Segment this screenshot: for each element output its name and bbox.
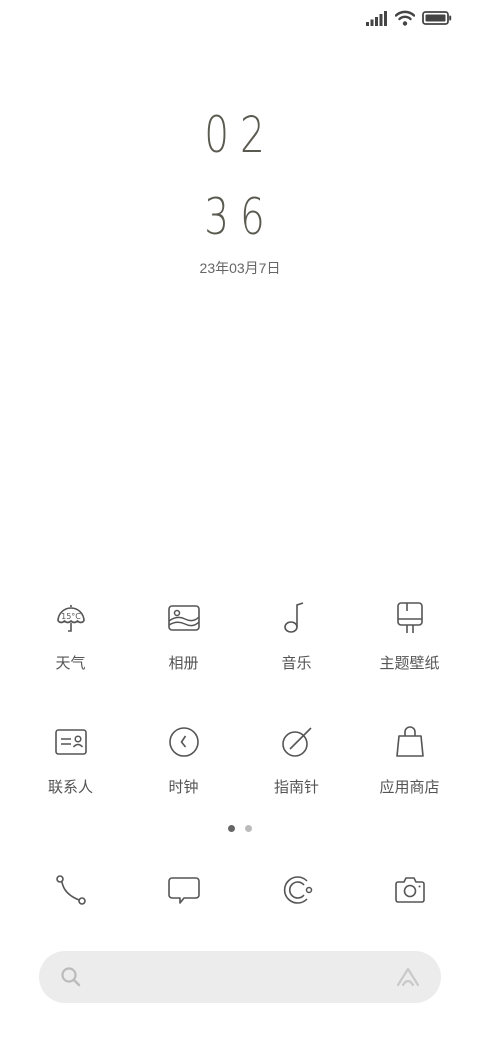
app-gallery[interactable]: 相册 (127, 598, 240, 673)
clock-hour[interactable]: 02 (0, 110, 480, 160)
app-music[interactable]: 音乐 (240, 598, 353, 673)
app-theme[interactable]: 主题壁纸 (353, 598, 466, 673)
app-weather[interactable]: 15°C 天气 (14, 598, 127, 673)
app-label: 音乐 (281, 654, 312, 672)
messages-icon (164, 870, 204, 910)
page-dot[interactable] (245, 825, 252, 832)
app-store[interactable]: 应用商店 (353, 722, 466, 797)
app-label: 时钟 (168, 778, 199, 796)
assistant-icon[interactable] (395, 965, 421, 993)
app-label: 天气 (55, 654, 86, 672)
dock-phone[interactable] (14, 870, 127, 910)
app-label: 应用商店 (379, 778, 440, 796)
app-label: 主题壁纸 (379, 654, 440, 672)
status-bar (366, 10, 452, 26)
camera-icon (390, 870, 430, 910)
date-label: 23年03月7日 (199, 260, 281, 276)
page-indicator (0, 825, 480, 832)
app-compass[interactable]: 指南针 (240, 722, 353, 797)
theme-icon (390, 598, 430, 638)
dock-camera[interactable] (353, 870, 466, 910)
browser-icon (277, 870, 317, 910)
app-clock[interactable]: 时钟 (127, 722, 240, 797)
app-store-icon (390, 722, 430, 762)
music-icon (277, 598, 317, 638)
phone-icon (51, 870, 91, 910)
dock-messages[interactable] (127, 870, 240, 910)
app-label: 相册 (168, 654, 199, 672)
signal-icon (366, 11, 387, 26)
clock-minute[interactable]: 36 (0, 192, 480, 242)
app-label: 指南针 (273, 778, 319, 796)
app-contacts[interactable]: 联系人 (14, 722, 127, 797)
gallery-icon (164, 598, 204, 638)
page-dot-active[interactable] (228, 825, 235, 832)
battery-icon (422, 11, 452, 25)
compass-icon (277, 722, 317, 762)
search-bar[interactable] (39, 951, 441, 1003)
weather-icon: 15°C (51, 598, 91, 638)
dock-browser[interactable] (240, 870, 353, 910)
contacts-icon (51, 722, 91, 762)
svg-text:15°C: 15°C (61, 612, 81, 621)
wifi-icon (395, 10, 415, 26)
app-label: 联系人 (47, 778, 93, 796)
clock-icon (164, 722, 204, 762)
search-icon[interactable] (59, 965, 83, 993)
